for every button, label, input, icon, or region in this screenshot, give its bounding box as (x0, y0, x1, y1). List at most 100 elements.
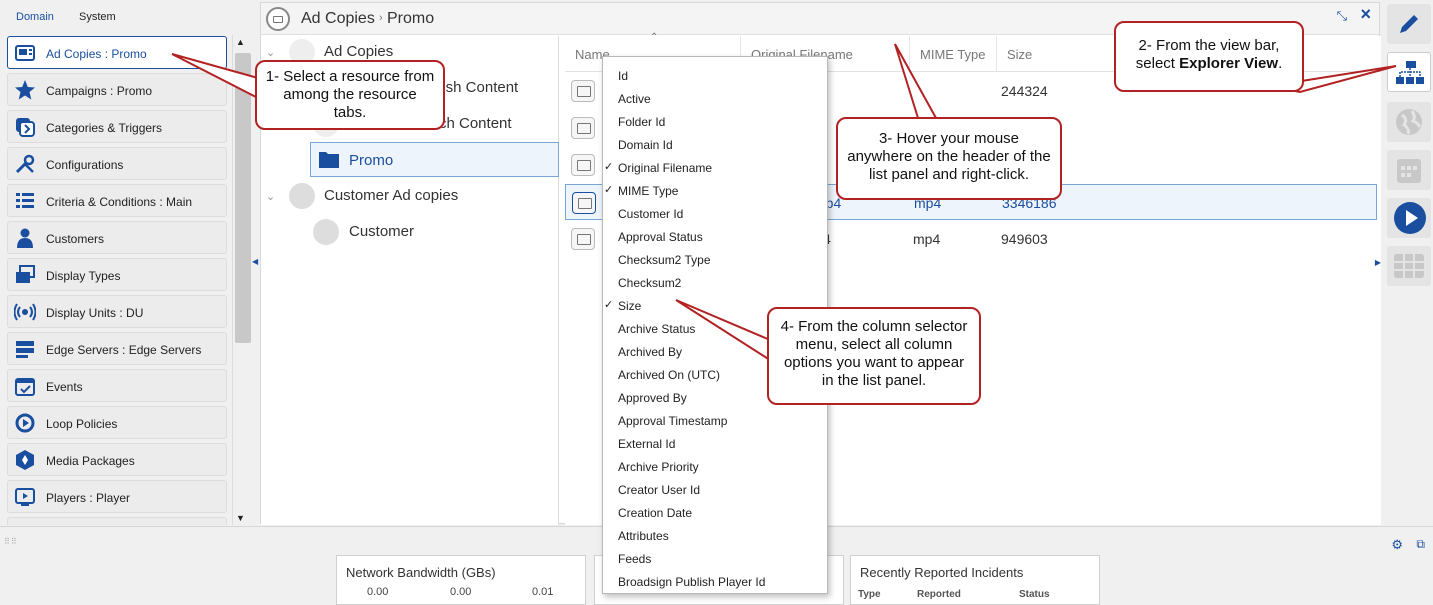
menu-item-label: Feeds (618, 552, 652, 566)
callout-text: 1- Select a resource from among the reso… (265, 68, 435, 121)
restore-icon[interactable]: ⤡ (1337, 8, 1347, 24)
scroll-down-icon[interactable]: ▼ (236, 513, 245, 523)
calendar-view-button[interactable] (1387, 150, 1431, 190)
menu-item-label: Customer Id (618, 207, 684, 221)
tab-domain[interactable]: Domain (16, 11, 54, 23)
cell-size: 949603 (1001, 231, 1048, 247)
resource-list-scrollbar[interactable]: ▲ ▼ (232, 35, 252, 525)
menu-item-column-option[interactable]: Creation Date (603, 503, 827, 525)
breadcrumb-separator-icon: › (379, 12, 383, 24)
callout-text: 2- From the view bar, (1138, 37, 1280, 54)
chevron-down-icon[interactable]: ⌄ (266, 190, 275, 203)
tab-system[interactable]: System (79, 11, 116, 23)
menu-item-column-option[interactable]: Active (603, 89, 827, 111)
resource-item-players[interactable]: Players : Player (7, 480, 227, 513)
resource-item-edge-servers[interactable]: Edge Servers : Edge Servers (7, 332, 227, 365)
callout-text: 4- From the column selector menu, select… (780, 318, 968, 389)
resource-item-events[interactable]: Events (7, 369, 227, 402)
customer-icon (313, 219, 339, 245)
wrench-icon (15, 154, 35, 174)
close-icon[interactable]: × (1360, 4, 1371, 25)
column-header-mime-type[interactable]: MIME Type (920, 47, 986, 62)
ad-copy-icon (571, 228, 595, 250)
tree-node-label: Promo (349, 152, 394, 169)
tree-node-publish-content[interactable]: lish Content (439, 79, 518, 107)
scroll-up-icon[interactable]: ▲ (236, 37, 245, 47)
folder-icon (319, 152, 339, 168)
menu-item-column-option[interactable]: Approval Status (603, 227, 827, 249)
tree-node-customer-ad-copies[interactable]: Customer Ad copies (324, 187, 458, 215)
resource-item-configurations[interactable]: Configurations (7, 147, 227, 180)
menu-item-column-option[interactable]: Checksum2 Type (603, 250, 827, 272)
card-column-header: Status (1019, 589, 1050, 600)
expand-right-icon[interactable]: ▶ (1375, 258, 1381, 267)
display-unit-icon (14, 303, 36, 321)
calendar-check-icon (15, 378, 35, 396)
gear-icon[interactable]: ⚙ (1391, 537, 1403, 553)
menu-item-column-option[interactable]: ✓ MIME Type (603, 181, 827, 203)
menu-item-column-option[interactable]: Broadsign Publish Player Id (603, 572, 827, 594)
callout-text: select (1135, 55, 1175, 72)
edit-view-button[interactable] (1387, 4, 1431, 44)
scrollbar-thumb[interactable] (235, 53, 251, 343)
resource-item-display-types[interactable]: Display Types (7, 258, 227, 291)
resource-item-customers[interactable]: Customers (7, 221, 227, 254)
resource-item-loop-policies[interactable]: Loop Policies (7, 406, 227, 439)
menu-item-column-option[interactable]: Domain Id (603, 135, 827, 157)
popout-icon[interactable]: ⧉ (1416, 537, 1425, 552)
star-icon (15, 80, 35, 100)
menu-item-column-option[interactable]: Feeds (603, 549, 827, 571)
resource-tabs-bar: Domain System (0, 0, 258, 34)
menu-item-column-option[interactable]: Id (603, 66, 827, 88)
menu-item-column-option[interactable]: Archive Priority (603, 457, 827, 479)
globe-icon (1396, 109, 1422, 135)
categories-icon (16, 118, 35, 137)
callout-step-1: 1- Select a resource from among the reso… (255, 60, 445, 130)
resource-item-campaigns[interactable]: Campaigns : Promo (7, 73, 227, 106)
chevron-down-icon[interactable]: ⌄ (266, 46, 275, 59)
menu-item-label: Size (618, 299, 642, 313)
menu-item-label: Creation Date (618, 506, 693, 520)
resource-item-media-packages[interactable]: Media Packages (7, 443, 227, 476)
menu-item-column-option[interactable]: Attributes (603, 526, 827, 548)
map-view-button[interactable] (1387, 102, 1431, 142)
checkmark-icon: ✓ (604, 161, 614, 173)
drag-handle-icon[interactable]: ⠿⠿ (4, 537, 18, 546)
resource-item-ad-copies[interactable]: Ad Copies : Promo (7, 36, 227, 69)
menu-item-column-option[interactable]: Folder Id (603, 112, 827, 134)
ad-copy-icon (571, 117, 595, 139)
resource-item-partial[interactable] (7, 517, 227, 525)
menu-item-column-option[interactable]: Creator User Id (603, 480, 827, 502)
checkmark-icon: ✓ (604, 184, 614, 196)
menu-item-label: Checksum2 Type (618, 253, 711, 267)
resource-item-display-units[interactable]: Display Units : DU (7, 295, 227, 328)
menu-item-column-option[interactable]: Customer Id (603, 204, 827, 226)
tree-node-customer[interactable]: Customer (349, 223, 414, 251)
menu-item-label: Attributes (618, 529, 669, 543)
menu-item-label: Archived On (UTC) (618, 368, 721, 382)
explorer-view-icon (1396, 61, 1424, 84)
tree-node-search-content[interactable]: ch Content (439, 115, 512, 143)
preview-view-button[interactable] (1387, 198, 1431, 238)
tree-node-promo[interactable]: Promo (310, 142, 559, 177)
menu-item-column-option[interactable]: External Id (603, 434, 827, 456)
resource-item-criteria[interactable]: Criteria & Conditions : Main (7, 184, 227, 217)
column-divider[interactable] (996, 36, 997, 72)
menu-item-column-option[interactable]: Checksum2 (603, 273, 827, 295)
loop-icon (15, 413, 35, 433)
grid-view-button[interactable] (1387, 246, 1431, 286)
column-header-size[interactable]: Size (1007, 47, 1032, 62)
play-icon (1394, 202, 1426, 234)
menu-item-label: Folder Id (618, 115, 666, 129)
callout-emphasis: Explorer View (1179, 55, 1279, 72)
column-divider[interactable] (909, 36, 910, 72)
breadcrumb-root[interactable]: Ad Copies (301, 10, 375, 28)
resource-item-categories[interactable]: Categories & Triggers (7, 110, 227, 143)
resource-item-label: Ad Copies : Promo (46, 47, 147, 61)
resource-item-label: Display Types (46, 269, 121, 283)
menu-item-label: External Id (618, 437, 676, 451)
collapse-left-icon[interactable]: ◀ (252, 257, 258, 266)
explorer-view-button[interactable] (1387, 52, 1431, 92)
menu-item-column-option[interactable]: Approval Timestamp (603, 411, 827, 433)
menu-item-column-option[interactable]: ✓ Original Filename (603, 158, 827, 180)
